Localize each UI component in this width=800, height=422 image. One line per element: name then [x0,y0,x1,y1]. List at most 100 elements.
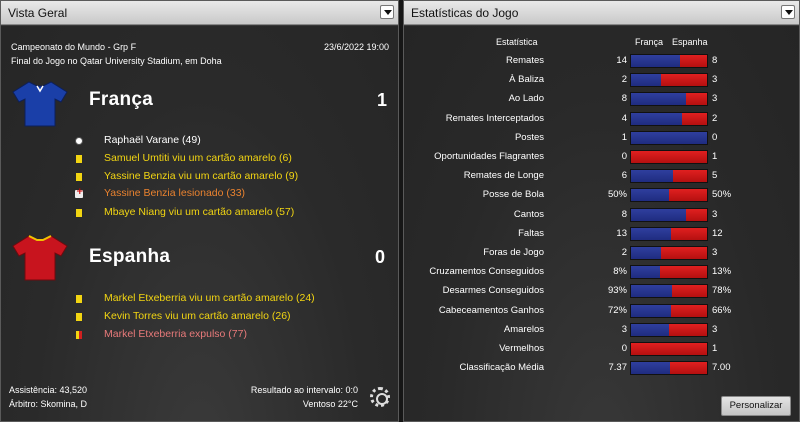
stat-label: Postes [514,131,544,143]
stat-row: Faltas 13 12 [404,225,799,243]
stat-row: Remates Interceptados 4 2 [404,110,799,128]
overview-dropdown-icon[interactable] [380,5,394,19]
away-bar-fill [679,55,707,67]
stat-column-header: Estatística [496,37,538,47]
venue-label: Final do Jogo no Qatar University Stadiu… [11,56,222,66]
stat-comparison-bar [630,73,708,88]
stat-home-value: 6 [621,170,627,182]
red-card-icon [76,331,82,339]
stat-comparison-bar [630,265,708,280]
yellow-card-icon [76,173,82,181]
gear-icon[interactable] [370,387,390,407]
home-event: Yassine Benzia viu um cartão amarelo (9) [104,170,299,182]
stat-label: Amarelos [503,323,544,335]
stats-header: Estatísticas do Jogo [404,1,799,25]
away-bar-fill [659,266,707,279]
stat-label: Foras de Jogo [483,247,544,258]
stat-comparison-bar [630,130,708,145]
stat-row: Cabeceamentos Ganhos 72% 66% [404,302,799,320]
stat-comparison-bar [630,111,708,126]
stat-comparison-bar [630,246,708,260]
away-team-name: Espanha [89,246,171,267]
home-bar-fill [631,131,707,144]
stat-away-value: 13% [712,266,732,278]
stat-row: Ao Lado 8 3 [404,90,799,108]
stat-label: Posse de Bola [482,189,544,201]
stat-label: Classificação Média [459,362,544,374]
stat-label: À Baliza [509,74,544,86]
match-stats-panel: Estatísticas do Jogo Estatística França … [403,0,800,422]
stat-away-value: 50% [712,189,732,201]
stat-home-value: 72% [607,304,627,316]
injury-icon [75,187,84,198]
home-event: Mbaye Niang viu um cartão amarelo (57) [104,206,295,218]
stat-row: Posse de Bola 50% 50% [404,186,799,204]
stats-title: Estatísticas do Jogo [411,6,519,20]
customize-button[interactable]: Personalizar [721,396,791,416]
stat-away-value: 3 [712,74,718,86]
stat-comparison-bar [630,54,708,68]
stat-away-value: 7.00 [712,362,731,374]
stat-away-value: 3 [712,93,718,105]
stat-row: Remates 14 8 [404,52,799,70]
stat-away-value: 12 [712,227,723,239]
stat-comparison-bar [630,342,708,356]
home-bar-fill [631,189,669,202]
stat-row: Cantos 8 3 [404,206,799,224]
yellow-card-icon [76,209,82,217]
home-score: 1 [377,90,388,110]
stat-home-value: 4 [621,112,627,124]
stat-away-value: 3 [712,208,718,220]
away-bar-fill [669,362,707,375]
stat-away-value: 1 [712,151,718,162]
stat-comparison-bar [630,284,708,299]
home-bar-fill [631,93,687,106]
halftime-label: Resultado ao intervalo: 0:0 [250,385,358,395]
stat-label: Cantos [513,208,544,220]
away-event: Kevin Torres viu um cartão amarelo (26) [104,310,291,322]
overview-panel: Vista Geral Campeonato do Mundo - Grp F … [0,0,399,422]
stat-comparison-bar [630,303,708,318]
stat-comparison-bar [630,361,708,376]
stat-comparison-bar [630,207,708,222]
away-bar-fill [631,343,707,355]
stat-away-value: 66% [712,304,732,316]
home-bar-fill [631,323,669,336]
home-bar-fill [631,247,662,259]
stat-row: Oportunidades Flagrantes 0 1 [404,148,799,166]
stat-home-value: 14 [616,55,627,66]
home-event: Yassine Benzia lesionado (33) [104,187,246,199]
away-bar-fill [669,323,707,336]
home-bar-fill [631,227,671,240]
away-bar-fill [669,189,707,202]
stat-label: Faltas [518,227,544,239]
stat-label: Remates Interceptados [445,112,544,124]
stat-home-value: 0 [621,151,627,162]
home-bar-fill [631,285,673,298]
stat-label: Remates [505,55,544,66]
stat-label: Remates de Longe [463,170,544,182]
stat-comparison-bar [630,322,708,337]
stat-comparison-bar [630,226,708,241]
stat-home-value: 2 [621,74,627,86]
away-bar-fill [670,227,707,240]
stat-label: Desarmes Conseguidos [442,285,544,297]
home-bar-fill [631,208,687,221]
stat-row: Cruzamentos Conseguidos 8% 13% [404,263,799,281]
stat-away-value: 3 [712,323,718,335]
home-event: Samuel Umtiti viu um cartão amarelo (6) [104,152,292,164]
stat-row: À Baliza 2 3 [404,71,799,89]
stat-row: Remates de Longe 6 5 [404,167,799,185]
stat-home-value: 50% [607,189,627,201]
away-bar-fill [672,285,707,298]
stat-row: Foras de Jogo 2 3 [404,244,799,262]
stat-comparison-bar [630,188,708,203]
stat-comparison-bar [630,169,708,184]
stats-dropdown-icon[interactable] [781,5,795,19]
stat-row: Classificação Média 7.37 7.00 [404,359,799,377]
away-event: Markel Etxeberria viu um cartão amarelo … [104,292,315,304]
home-column-header: França [635,37,664,47]
away-bar-fill [686,208,707,221]
home-bar-fill [631,304,671,317]
away-bar-fill [681,112,707,125]
